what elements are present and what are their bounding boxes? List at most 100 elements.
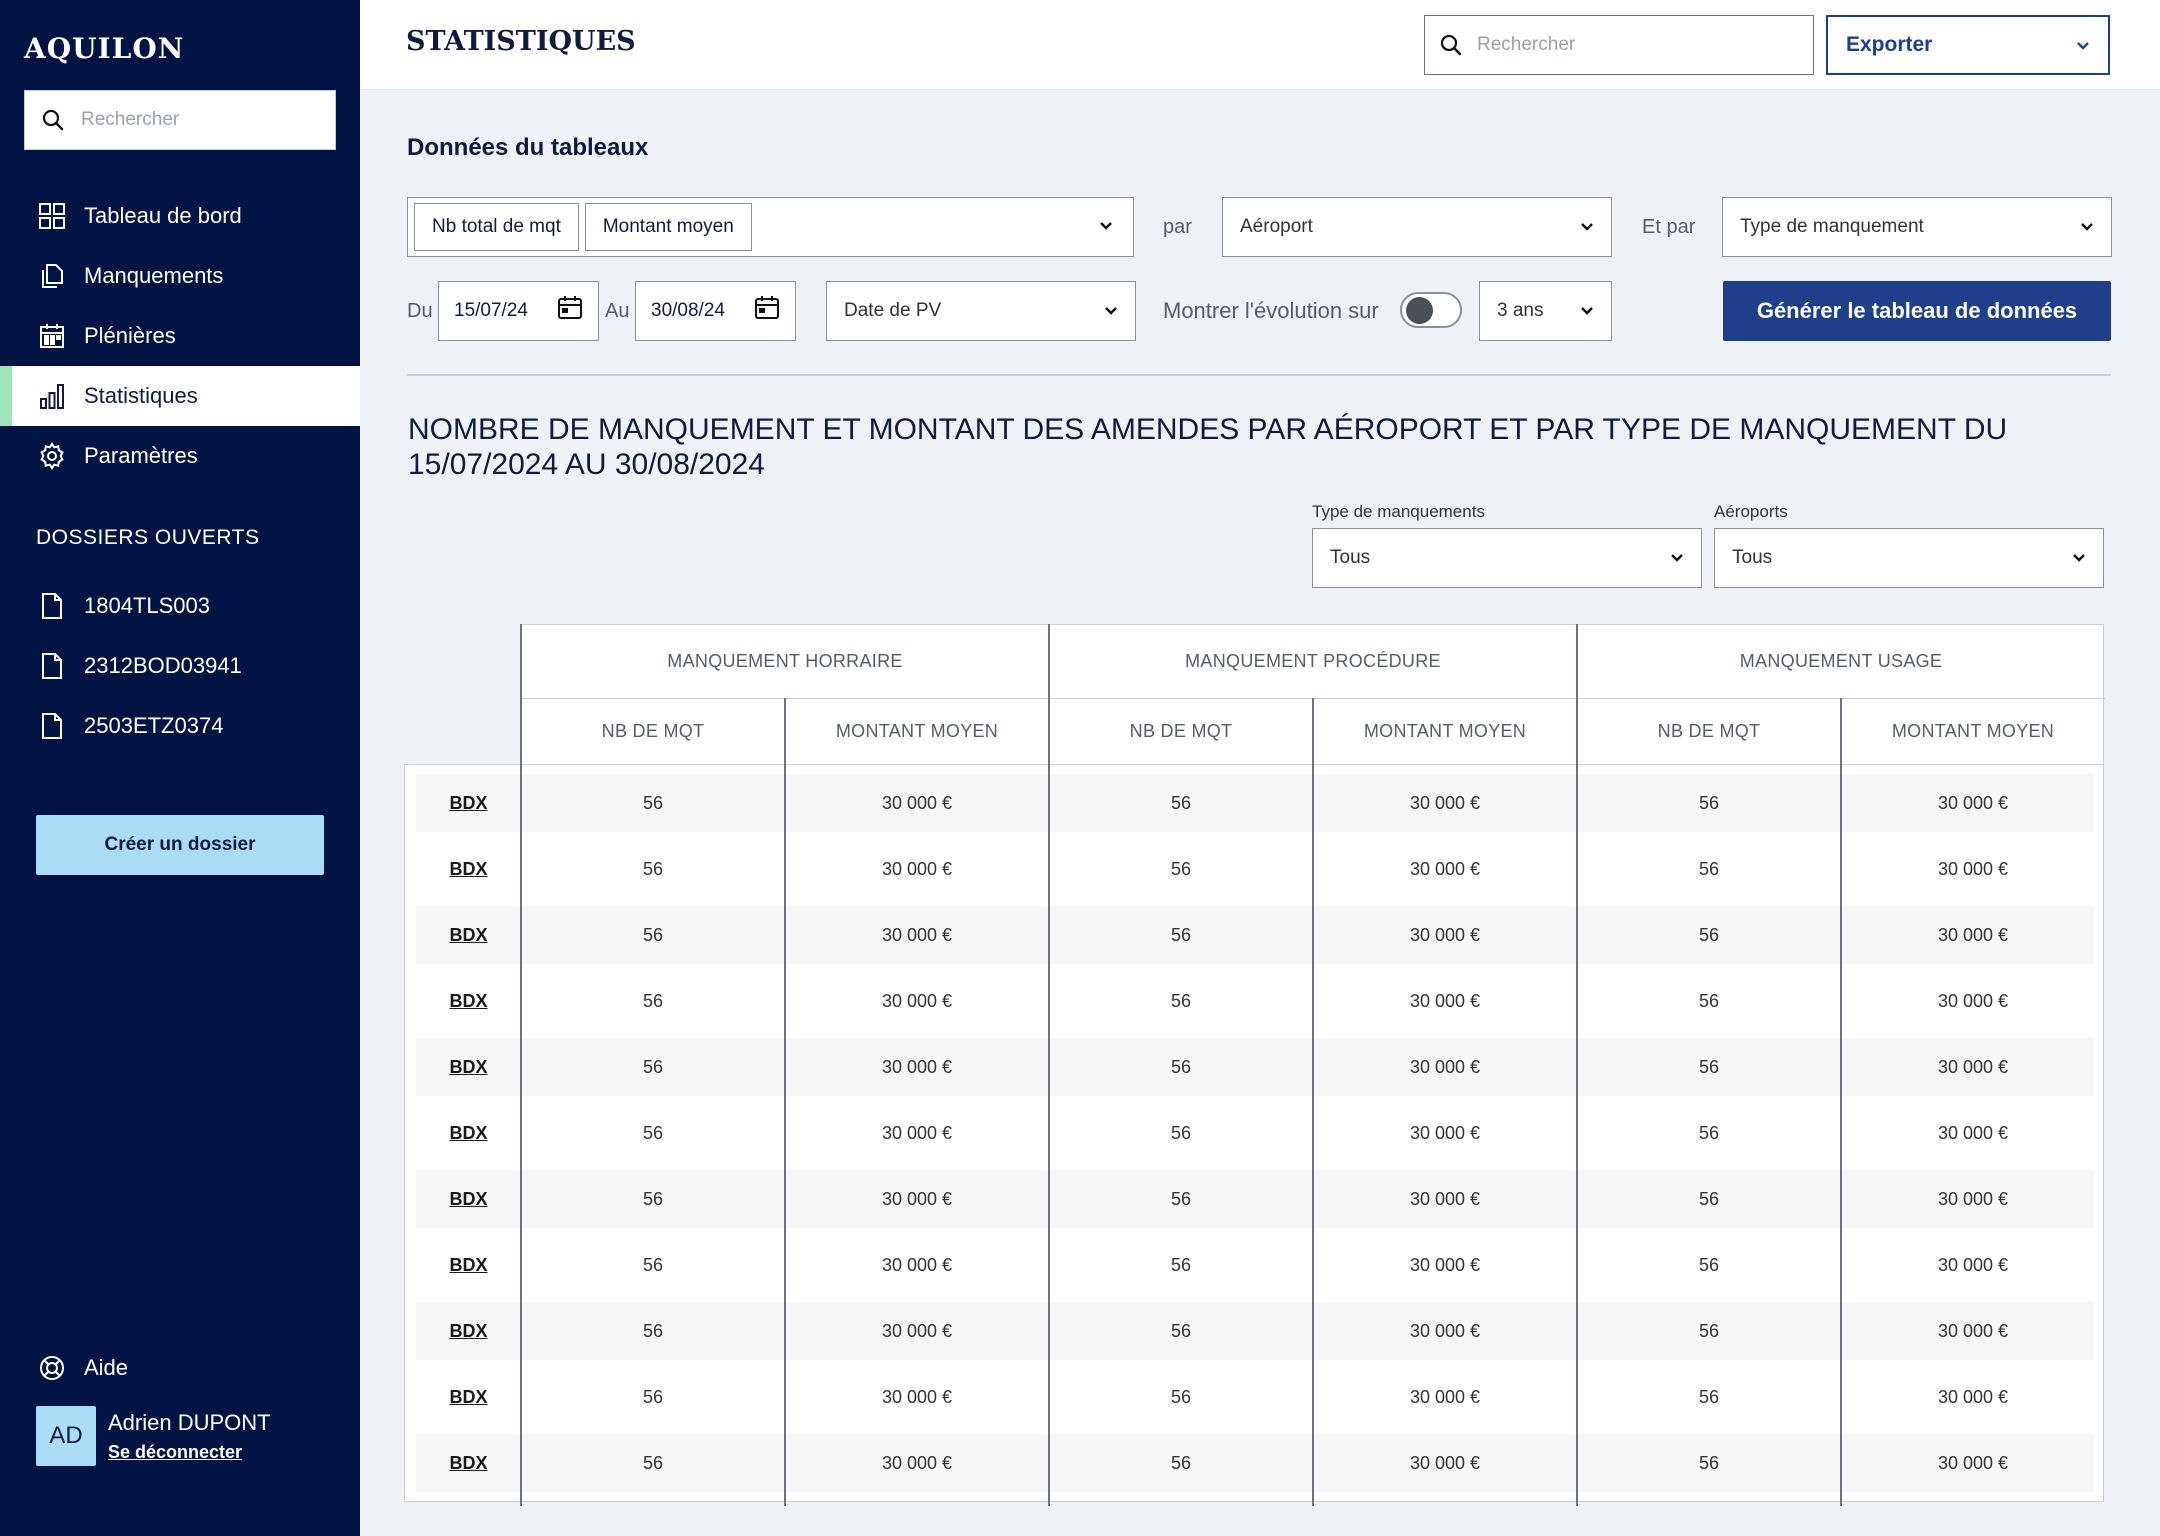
- header-search[interactable]: [1424, 15, 1814, 75]
- help-label: Aide: [84, 1355, 129, 1380]
- evolution-period-select[interactable]: 3 ans: [1479, 281, 1612, 341]
- topbar: STATISTIQUES Exporter: [360, 0, 2160, 90]
- table-column-header: MONTANT MOYEN: [1363, 720, 1527, 741]
- form-heading: Données du tableaux: [407, 134, 649, 161]
- row-header-link[interactable]: BDX: [416, 1434, 521, 1492]
- cell-montant-moyen: 30 000 €: [1409, 1320, 1481, 1341]
- evolution-toggle[interactable]: [1400, 292, 1462, 328]
- generate-table-button[interactable]: Générer le tableau de données: [1723, 281, 2111, 341]
- dossier-label: 2312BOD03941: [84, 653, 242, 678]
- cell-nb-mqt: 56: [1698, 990, 1720, 1011]
- cell-nb-mqt: 56: [1698, 1056, 1720, 1077]
- table-row: BDX 56 30 000 € 56 30 000 € 56 30 000 €: [416, 972, 2094, 1030]
- divider: [407, 374, 2111, 376]
- file-icon: [36, 592, 68, 620]
- etpar-select[interactable]: Type de manquement: [1722, 197, 2112, 257]
- table-column-header: NB DE MQT: [1129, 720, 1233, 741]
- user-block: AD Adrien DUPONT Se déconnecter: [36, 1406, 271, 1466]
- table-row: BDX 56 30 000 € 56 30 000 € 56 30 000 €: [416, 1434, 2094, 1492]
- metric-chip[interactable]: Montant moyen: [584, 203, 752, 251]
- cell-nb-mqt: 56: [1170, 1188, 1192, 1209]
- sidebar-item-tableau-de-bord[interactable]: Tableau de bord: [0, 186, 360, 246]
- date-type-select[interactable]: Date de PV: [826, 281, 1136, 341]
- table-header-divider: [404, 764, 2104, 765]
- sidebar-search[interactable]: [24, 90, 336, 150]
- date-type-value: Date de PV: [844, 300, 942, 321]
- cell-montant-moyen: 30 000 €: [1409, 1122, 1481, 1143]
- cell-montant-moyen: 30 000 €: [1937, 990, 2009, 1011]
- dossier-item[interactable]: 2312BOD03941: [0, 636, 360, 696]
- cell-montant-moyen: 30 000 €: [881, 1320, 953, 1341]
- dossiers-section-title: DOSSIERS OUVERTS: [36, 526, 260, 549]
- logout-link[interactable]: Se déconnecter: [108, 1442, 271, 1463]
- chevron-down-icon: [1099, 218, 1113, 236]
- sidebar-item-statistiques[interactable]: Statistiques: [0, 366, 360, 426]
- export-button[interactable]: Exporter: [1826, 15, 2110, 75]
- row-header-link[interactable]: BDX: [416, 1302, 521, 1360]
- cell-montant-moyen: 30 000 €: [881, 792, 953, 813]
- par-select-value: Aéroport: [1240, 216, 1313, 237]
- cell-nb-mqt: 56: [642, 924, 664, 945]
- header-search-input[interactable]: [1477, 34, 1777, 56]
- date-to-input[interactable]: 30/08/24: [635, 281, 796, 341]
- create-dossier-button[interactable]: Créer un dossier: [36, 815, 324, 875]
- chevron-down-icon: [1580, 300, 1594, 322]
- row-header-link[interactable]: BDX: [416, 1236, 521, 1294]
- cell-montant-moyen: 30 000 €: [1409, 1056, 1481, 1077]
- par-select[interactable]: Aéroport: [1222, 197, 1612, 257]
- chevron-down-icon: [2076, 33, 2090, 57]
- etpar-select-value: Type de manquement: [1740, 216, 1924, 237]
- cell-nb-mqt: 56: [1698, 1122, 1720, 1143]
- table-column-divider: [520, 624, 522, 1506]
- row-header-link[interactable]: BDX: [416, 1368, 521, 1426]
- cell-montant-moyen: 30 000 €: [1409, 1386, 1481, 1407]
- cell-nb-mqt: 56: [642, 1320, 664, 1341]
- page-title: STATISTIQUES: [406, 26, 636, 57]
- row-header-link[interactable]: BDX: [416, 1038, 521, 1096]
- cell-nb-mqt: 56: [1698, 924, 1720, 945]
- avatar: AD: [36, 1406, 96, 1466]
- table-row: BDX 56 30 000 € 56 30 000 € 56 30 000 €: [416, 840, 2094, 898]
- date-to-value: 30/08/24: [651, 300, 725, 321]
- cell-montant-moyen: 30 000 €: [1409, 1254, 1481, 1275]
- row-header-link[interactable]: BDX: [416, 1104, 521, 1162]
- toggle-knob: [1406, 297, 1433, 324]
- help-link[interactable]: Aide: [36, 1354, 128, 1382]
- row-header-link[interactable]: BDX: [416, 1170, 521, 1228]
- cell-montant-moyen: 30 000 €: [881, 858, 953, 879]
- cell-montant-moyen: 30 000 €: [1937, 1452, 2009, 1473]
- sidebar-item-parametres[interactable]: Paramètres: [0, 426, 360, 486]
- metric-chip[interactable]: Nb total de mqt: [414, 203, 579, 251]
- cell-montant-moyen: 30 000 €: [1409, 990, 1481, 1011]
- cell-montant-moyen: 30 000 €: [1937, 792, 2009, 813]
- metrics-multiselect[interactable]: Nb total de mqt Montant moyen: [407, 197, 1134, 257]
- row-header-link[interactable]: BDX: [416, 906, 521, 964]
- cell-montant-moyen: 30 000 €: [881, 1056, 953, 1077]
- row-header-link[interactable]: BDX: [416, 774, 521, 832]
- gear-icon: [36, 440, 68, 472]
- cell-nb-mqt: 56: [1698, 1188, 1720, 1209]
- sidebar-search-input[interactable]: [81, 109, 311, 131]
- bar-chart-icon: [36, 380, 68, 412]
- table-row: BDX 56 30 000 € 56 30 000 € 56 30 000 €: [416, 1038, 2094, 1096]
- dossier-item[interactable]: 2503ETZ0374: [0, 696, 360, 756]
- table-column-header: MONTANT MOYEN: [835, 720, 999, 741]
- dossier-item[interactable]: 1804TLS003: [0, 576, 360, 636]
- cell-nb-mqt: 56: [642, 1056, 664, 1077]
- cell-nb-mqt: 56: [1170, 858, 1192, 879]
- row-header-link[interactable]: BDX: [416, 840, 521, 898]
- filter-type-value: Tous: [1330, 547, 1371, 568]
- cell-nb-mqt: 56: [1698, 1320, 1720, 1341]
- filter-type-select[interactable]: Tous: [1312, 528, 1702, 588]
- table-column-header: NB DE MQT: [1657, 720, 1761, 741]
- cell-nb-mqt: 56: [1170, 1122, 1192, 1143]
- sidebar-item-manquements[interactable]: Manquements: [0, 246, 360, 306]
- date-from-input[interactable]: 15/07/24: [438, 281, 599, 341]
- sidebar-item-label: Statistiques: [84, 383, 198, 408]
- sidebar-item-plenieres[interactable]: Plénières: [0, 306, 360, 366]
- table-column-header: NB DE MQT: [601, 720, 705, 741]
- filter-airport-select[interactable]: Tous: [1714, 528, 2104, 588]
- cell-nb-mqt: 56: [1170, 1254, 1192, 1275]
- row-header-link[interactable]: BDX: [416, 972, 521, 1030]
- au-label: Au: [605, 300, 630, 322]
